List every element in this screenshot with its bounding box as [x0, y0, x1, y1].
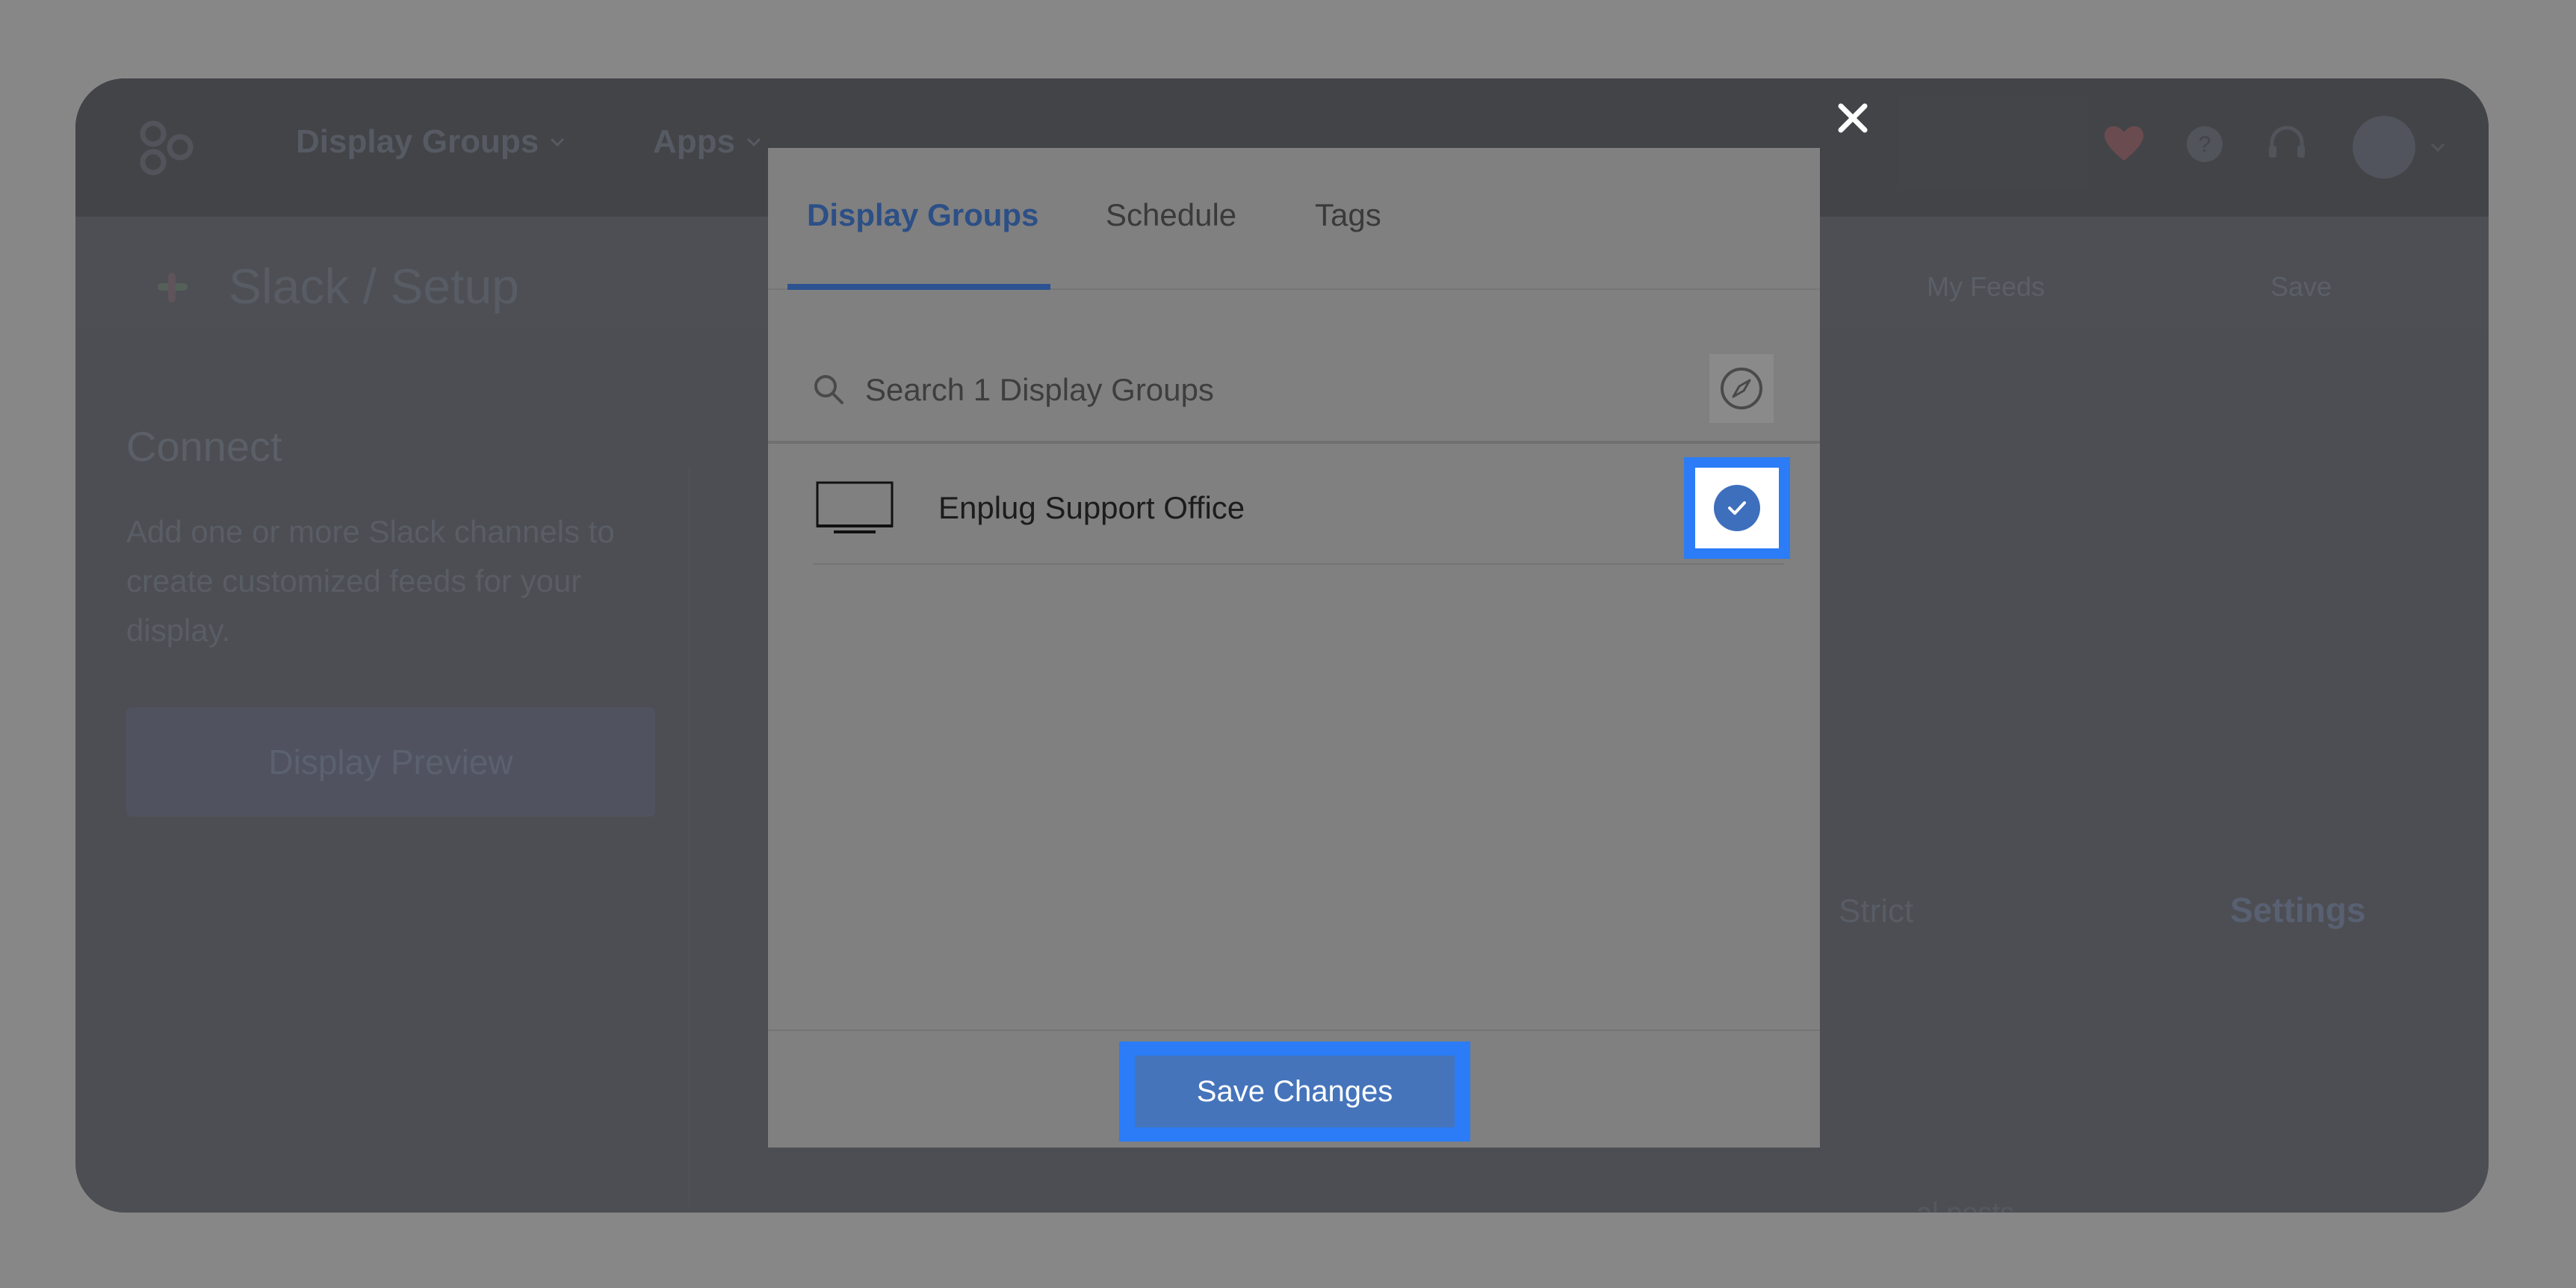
tab-tags[interactable]: Tags	[1315, 197, 1381, 233]
nav-display-groups[interactable]: Display Groups	[296, 123, 566, 161]
compass-button[interactable]	[1709, 354, 1774, 423]
chevron-down-icon	[551, 137, 565, 147]
display-monitor-icon	[816, 481, 894, 533]
close-icon[interactable]	[1836, 102, 1869, 134]
heart-icon[interactable]	[2102, 122, 2146, 167]
my-feeds-link[interactable]: My Feeds	[1927, 271, 2045, 303]
display-preview-button[interactable]: Display Preview	[126, 708, 655, 817]
settings-label[interactable]: Settings	[2230, 890, 2365, 930]
checkmark-icon	[1728, 501, 1746, 515]
nav-apps-label: Apps	[653, 123, 735, 160]
tab-display-groups[interactable]: Display Groups	[807, 197, 1038, 233]
enplug-logo-icon	[140, 120, 193, 176]
nav-apps[interactable]: Apps	[653, 123, 762, 161]
avatar[interactable]	[2353, 116, 2415, 179]
chevron-down-icon[interactable]	[2429, 138, 2447, 156]
save-link[interactable]: Save	[2270, 271, 2332, 303]
save-changes-button[interactable]: Save Changes	[1135, 1056, 1455, 1127]
chevron-down-icon	[746, 137, 761, 147]
strict-label: Strict	[1839, 893, 1914, 929]
display-groups-modal: Display Groups Schedule Tags Enplug Supp…	[768, 148, 1820, 1148]
connect-description: Add one or more Slack channels to create…	[126, 514, 615, 648]
connect-heading: Connect	[126, 423, 282, 470]
compass-icon	[1721, 368, 1762, 409]
help-icon[interactable]: ?	[2182, 122, 2227, 167]
headset-icon[interactable]	[2264, 122, 2309, 167]
check-circle-icon	[1714, 485, 1760, 531]
search-bar	[768, 348, 1820, 444]
search-icon	[814, 375, 843, 404]
tab-schedule[interactable]: Schedule	[1106, 197, 1236, 233]
active-tab-indicator	[787, 284, 1050, 290]
modal-tabs: Display Groups Schedule Tags	[768, 148, 1820, 290]
list-item-label: Enplug Support Office	[938, 490, 1245, 525]
list-item[interactable]: Enplug Support Office	[813, 454, 1784, 565]
slack-logo-icon	[158, 273, 188, 303]
checkbox-frame	[1695, 468, 1779, 548]
nav-display-groups-label: Display Groups	[296, 123, 539, 160]
page-title: Slack / Setup	[229, 258, 519, 314]
select-checkbox[interactable]	[1684, 457, 1790, 559]
search-input[interactable]	[865, 363, 1612, 417]
save-changes-highlight[interactable]: Save Changes	[1119, 1041, 1470, 1142]
svg-text:?: ?	[2199, 132, 2211, 157]
divider	[688, 467, 690, 1207]
posts-text: al posts.	[1916, 1198, 2022, 1213]
